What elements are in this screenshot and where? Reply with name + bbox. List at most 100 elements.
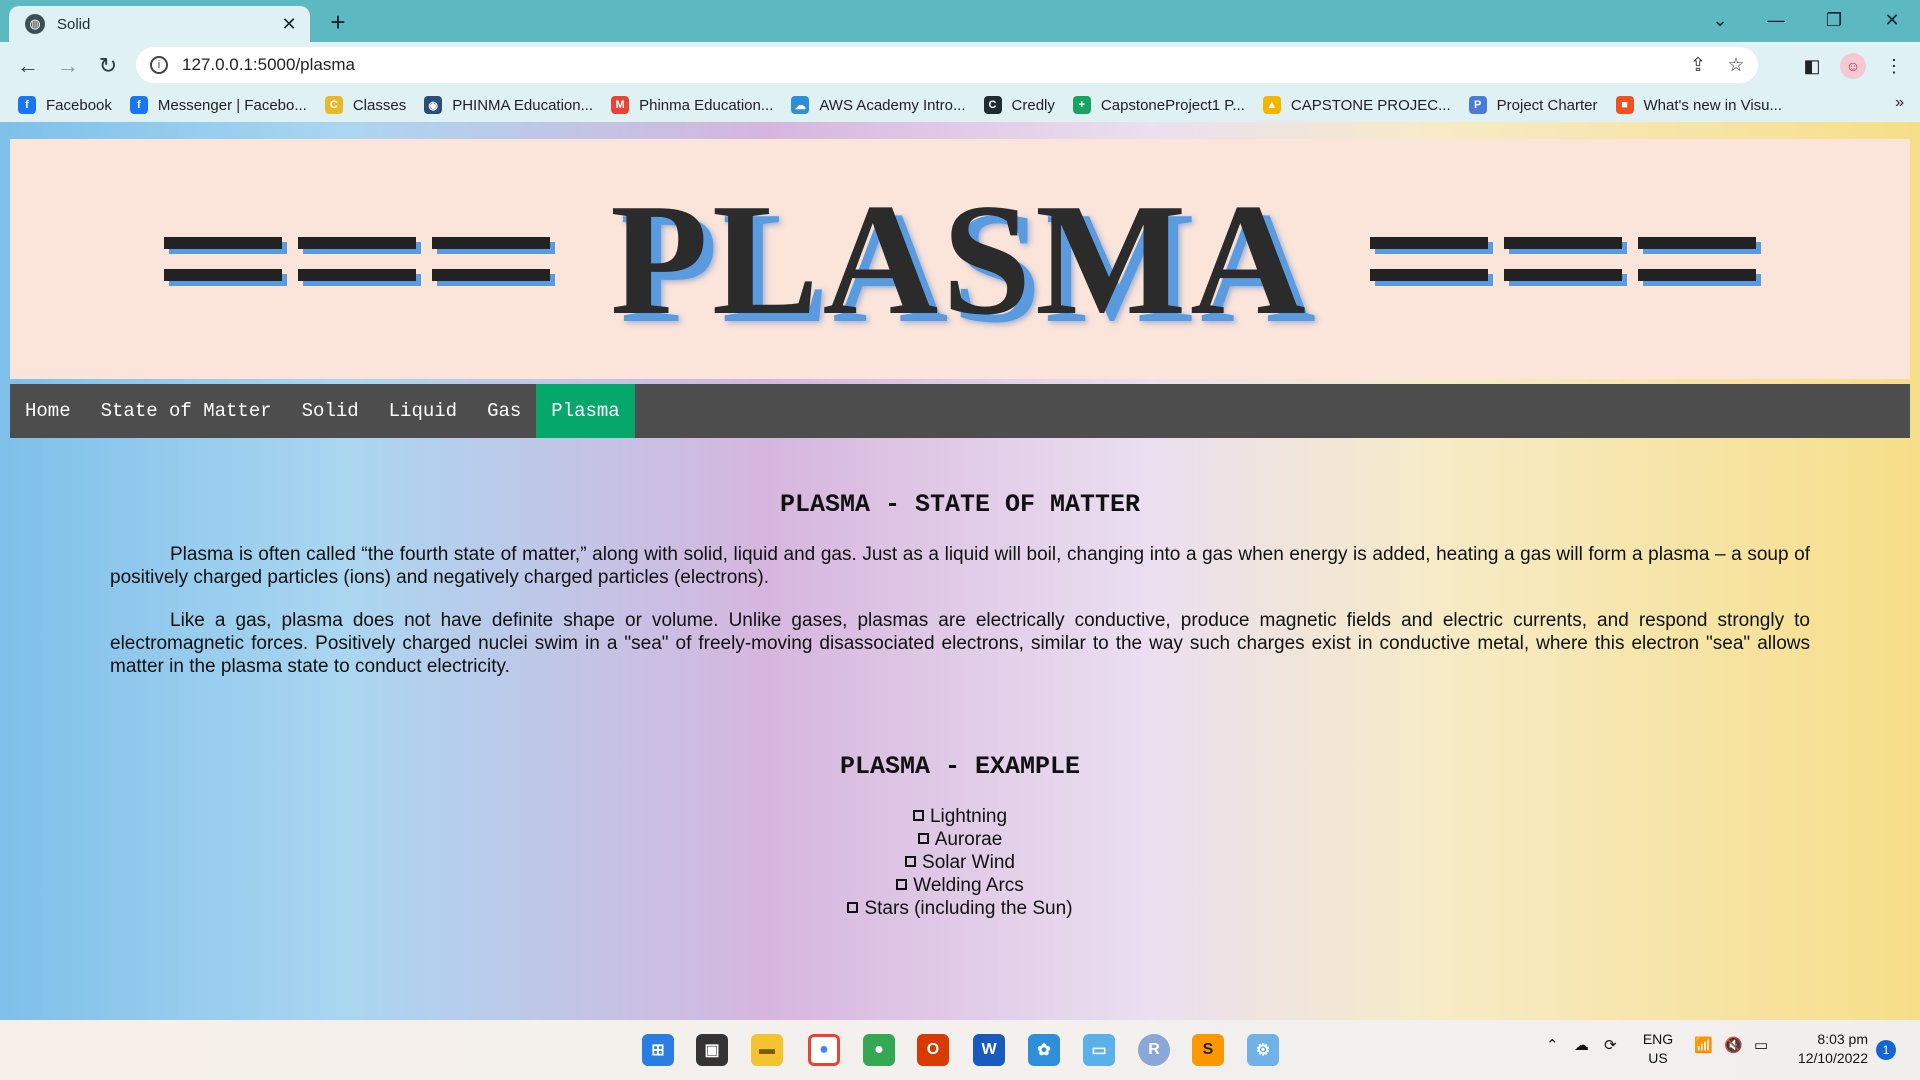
mute-icon[interactable]: 🔇	[1724, 1036, 1743, 1054]
bookmark-item[interactable]: + CapstoneProject1 P...	[1072, 96, 1245, 114]
examples-list: Lightning Aurorae Solar Wind Welding Arcs St…	[110, 805, 1810, 920]
url-text[interactable]: 127.0.0.1:5000/plasma	[182, 55, 1682, 75]
bookmark-favicon-icon: ■	[1615, 96, 1634, 114]
r-app-icon[interactable]: R	[1138, 1034, 1170, 1066]
close-window-button[interactable]: ✕	[1872, 6, 1912, 34]
region-line: US	[1648, 1050, 1668, 1066]
clock[interactable]: 8:03 pm 12/10/2022	[1788, 1030, 1868, 1068]
paragraph-properties: Like a gas, plasma does not have definit…	[110, 610, 1810, 677]
bookmark-item[interactable]: M Phinma Education...	[611, 96, 773, 114]
bookmark-item[interactable]: f Facebook	[18, 96, 112, 114]
bullet-square-icon	[905, 856, 917, 867]
examples-heading: PLASMA - EXAMPLE	[839, 752, 1081, 781]
banner-decoration-right	[1369, 237, 1756, 281]
avatar[interactable]: ☺	[1840, 53, 1866, 79]
bookmark-item[interactable]: ◉ PHINMA Education...	[424, 96, 593, 114]
bookmark-star-icon[interactable]: ☆	[1720, 49, 1752, 81]
nav-item-state-of-matter[interactable]: State of Matter	[86, 384, 287, 438]
address-bar[interactable]: i 127.0.0.1:5000/plasma ⇪ ☆	[136, 47, 1758, 83]
bookmark-label: CapstoneProject1 P...	[1100, 96, 1245, 114]
network-app-icon[interactable]: ⚙	[1247, 1034, 1279, 1066]
app-icon[interactable]: ▭	[1083, 1034, 1115, 1066]
onedrive-icon[interactable]: ☁	[1574, 1036, 1589, 1054]
sync-icon[interactable]: ⟳	[1604, 1036, 1617, 1054]
page-banner: PLASMA	[10, 139, 1910, 379]
site-info-icon[interactable]: i	[150, 56, 168, 74]
reload-icon[interactable]: ↻	[92, 50, 124, 82]
minimize-button[interactable]: —	[1756, 6, 1796, 34]
photos-icon[interactable]: ✿	[1028, 1034, 1060, 1066]
wifi-icon[interactable]: 📶	[1694, 1036, 1713, 1054]
tab-search-icon[interactable]: ⌄	[1700, 6, 1740, 34]
main-nav: Home State of Matter Solid Liquid Gas Plasma	[10, 384, 1910, 438]
taskbar: ⊞ ▣ ▬ ● ● O W ✿ ▭ R S ⚙ ⌃ ☁ ⟳ ENG US 📶 🔇…	[0, 1020, 1920, 1080]
file-explorer-icon[interactable]: ▬	[751, 1034, 783, 1066]
nav-item-gas[interactable]: Gas	[472, 384, 536, 438]
word-icon[interactable]: W	[973, 1034, 1005, 1066]
bookmark-item[interactable]: P Project Charter	[1468, 96, 1598, 114]
chrome-icon[interactable]: ●	[808, 1034, 840, 1066]
nav-item-home[interactable]: Home	[10, 384, 86, 438]
office-icon[interactable]: O	[917, 1034, 949, 1066]
clock-time: 8:03 pm	[1817, 1031, 1868, 1047]
notification-badge[interactable]: 1	[1876, 1040, 1896, 1060]
list-item: Aurorae	[110, 828, 1810, 851]
bullet-square-icon	[912, 810, 924, 821]
new-tab-button[interactable]: +	[324, 7, 352, 37]
page-viewport: PLASMA Home State of Matter Solid Liquid Gas…	[0, 122, 1920, 1020]
bookmark-label: Classes	[352, 96, 407, 114]
browser-toolbar: ← → ↻ i 127.0.0.1:5000/plasma ⇪ ☆ ◧ ☺ ⋮	[0, 42, 1920, 88]
restore-button[interactable]: ❐	[1814, 6, 1854, 34]
bookmark-favicon-icon: ▲	[1262, 96, 1281, 114]
list-item: Stars (including the Sun)	[110, 897, 1810, 920]
nav-item-solid[interactable]: Solid	[287, 384, 374, 438]
bookmark-item[interactable]: ■ What's new in Visu...	[1615, 96, 1782, 114]
list-item: Welding Arcs	[110, 874, 1810, 897]
task-view-icon[interactable]: ▣	[696, 1034, 728, 1066]
battery-icon[interactable]: ▭	[1754, 1036, 1768, 1054]
tab-title: Solid	[57, 15, 91, 33]
bookmark-favicon-icon: +	[1072, 96, 1091, 114]
bookmark-label: Project Charter	[1496, 96, 1598, 114]
list-item-text: Stars (including the Sun)	[864, 898, 1073, 919]
list-item-text: Aurorae	[934, 829, 1003, 850]
bullet-square-icon	[847, 902, 859, 913]
close-tab-icon[interactable]: ✕	[278, 13, 300, 35]
bookmark-item[interactable]: C Classes	[324, 96, 407, 114]
nav-item-plasma[interactable]: Plasma	[536, 384, 635, 438]
nav-item-liquid[interactable]: Liquid	[374, 384, 472, 438]
bookmark-label: Credly	[1011, 96, 1055, 114]
bookmarks-overflow-icon[interactable]: »	[1895, 94, 1904, 112]
side-panel-icon[interactable]: ◧	[1796, 50, 1828, 82]
globe-icon: ◍	[25, 14, 45, 34]
chrome-profile-icon[interactable]: ●	[863, 1034, 895, 1066]
bookmark-favicon-icon: ☁	[791, 96, 810, 114]
clock-date: 12/10/2022	[1797, 1050, 1868, 1066]
sublime-icon[interactable]: S	[1192, 1034, 1224, 1066]
language-indicator[interactable]: ENG US	[1640, 1030, 1676, 1068]
list-item: Solar Wind	[110, 851, 1810, 874]
tray-overflow-icon[interactable]: ⌃	[1546, 1036, 1559, 1054]
bookmark-label: AWS Academy Intro...	[819, 96, 966, 114]
bookmark-favicon-icon: ◉	[424, 96, 443, 114]
bullet-square-icon	[896, 879, 908, 890]
bookmark-item[interactable]: f Messenger | Facebo...	[129, 96, 307, 114]
start-icon[interactable]: ⊞	[642, 1034, 674, 1066]
tab-strip: ◍ Solid ✕ + ⌄ — ❐ ✕	[0, 0, 1920, 42]
browser-tab[interactable]: ◍ Solid ✕	[9, 6, 310, 42]
bullet-square-icon	[917, 833, 929, 844]
forward-icon[interactable]: →	[52, 50, 84, 82]
list-item-text: Solar Wind	[922, 852, 1015, 873]
list-item-text: Lightning	[929, 806, 1008, 827]
bookmark-item[interactable]: ▲ CAPSTONE PROJEC...	[1262, 96, 1451, 114]
menu-kebab-icon[interactable]: ⋮	[1878, 50, 1910, 82]
banner-title: PLASMA	[610, 170, 1310, 348]
paragraph-intro: Plasma is often called “the fourth state…	[110, 544, 1810, 588]
bookmark-item[interactable]: C Credly	[983, 96, 1055, 114]
share-icon[interactable]: ⇪	[1682, 49, 1714, 81]
bookmark-favicon-icon: f	[129, 96, 148, 114]
back-icon[interactable]: ←	[12, 50, 44, 82]
bookmark-item[interactable]: ☁ AWS Academy Intro...	[791, 96, 966, 114]
bookmark-favicon-icon: C	[324, 96, 343, 114]
banner-decoration-left	[164, 237, 551, 281]
